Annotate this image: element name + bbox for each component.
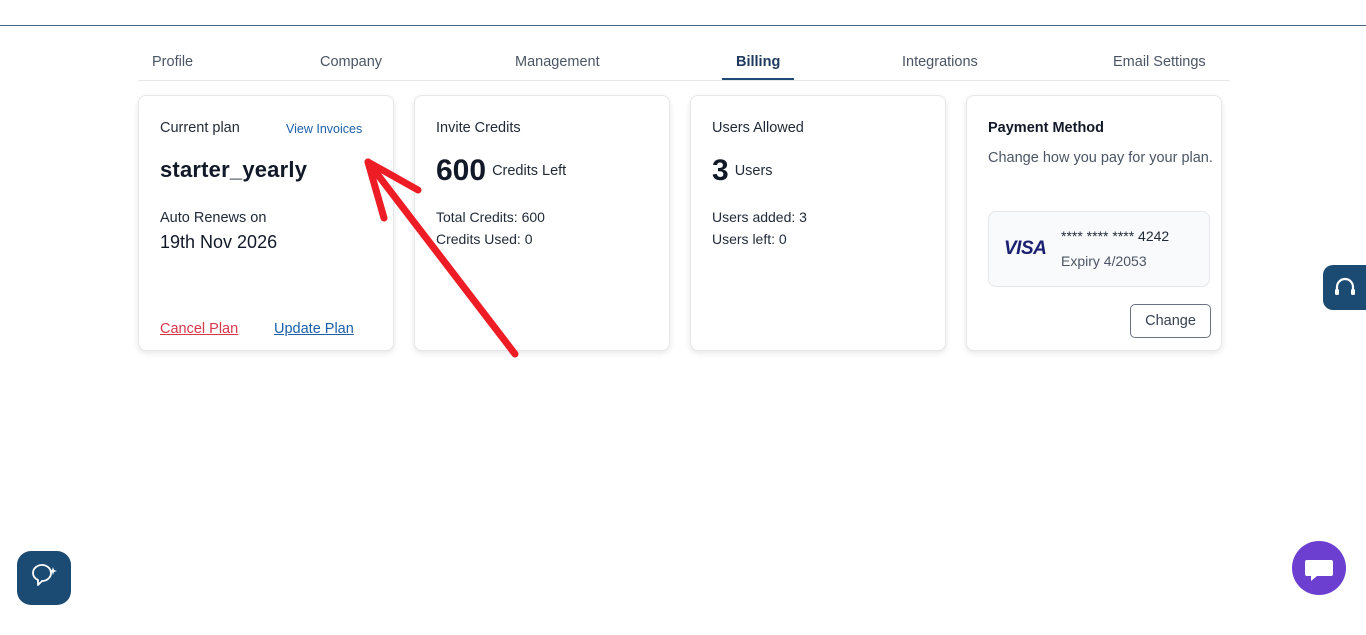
credits-left-count: 600 <box>436 154 487 187</box>
chat-sparkle-icon <box>32 564 57 586</box>
users-allowed-title: Users Allowed <box>712 120 804 136</box>
update-plan-link[interactable]: Update Plan <box>274 321 354 337</box>
credits-left-unit: Credits Left <box>492 163 567 179</box>
change-payment-button[interactable]: Change <box>1130 304 1211 338</box>
payment-method-title: Payment Method <box>988 120 1105 136</box>
live-chat-button[interactable] <box>1292 541 1346 595</box>
current-plan-card: Current plan View Invoices starter_yearl… <box>138 95 394 351</box>
payment-method-description: Change how you pay for your plan. <box>988 150 1213 166</box>
headset-icon <box>1335 277 1355 295</box>
invite-credits-card: Invite Credits 600 Credits Left Total Cre… <box>414 95 670 351</box>
cancel-plan-link[interactable]: Cancel Plan <box>160 321 238 337</box>
view-invoices-link[interactable]: View Invoices <box>286 122 362 136</box>
visa-logo: VISA <box>1004 238 1047 259</box>
payment-method-card: Payment Method Change how you pay for yo… <box>966 95 1222 351</box>
users-count: 3 <box>712 154 729 187</box>
tab-profile[interactable]: Profile <box>152 54 193 70</box>
users-left: Users left: 0 <box>712 231 787 247</box>
chat-bubble-icon <box>1305 560 1333 581</box>
tab-management[interactable]: Management <box>515 54 600 70</box>
tab-billing[interactable]: Billing <box>736 54 780 70</box>
total-credits: Total Credits: 600 <box>436 209 545 225</box>
renew-label: Auto Renews on <box>160 210 267 226</box>
tab-email-settings[interactable]: Email Settings <box>1113 54 1206 70</box>
saved-card: VISA **** **** **** 4242 Expiry 4/2053 <box>988 211 1210 287</box>
credits-used: Credits Used: 0 <box>436 231 533 247</box>
active-tab-indicator <box>722 78 794 80</box>
invite-credits-title: Invite Credits <box>436 120 521 136</box>
tab-company[interactable]: Company <box>320 54 382 70</box>
users-unit: Users <box>734 163 773 179</box>
users-added: Users added: 3 <box>712 209 807 225</box>
help-tab[interactable] <box>1323 265 1366 310</box>
settings-tabs: Profile Company Management Billing Integ… <box>138 44 1230 81</box>
card-expiry: Expiry 4/2053 <box>1061 253 1147 269</box>
tab-integrations[interactable]: Integrations <box>902 54 978 70</box>
credits-left-row: 600 Credits Left <box>436 154 566 188</box>
users-allowed-card: Users Allowed 3 Users Users added: 3 User… <box>690 95 946 351</box>
card-number: **** **** **** 4242 <box>1061 228 1170 244</box>
plan-name: starter_yearly <box>160 157 308 182</box>
users-count-row: 3 Users <box>712 154 773 188</box>
renew-date: 19th Nov 2026 <box>160 232 278 252</box>
current-plan-title: Current plan <box>160 120 240 136</box>
header-divider <box>0 25 1366 26</box>
chat-assistant-button[interactable] <box>17 551 71 605</box>
